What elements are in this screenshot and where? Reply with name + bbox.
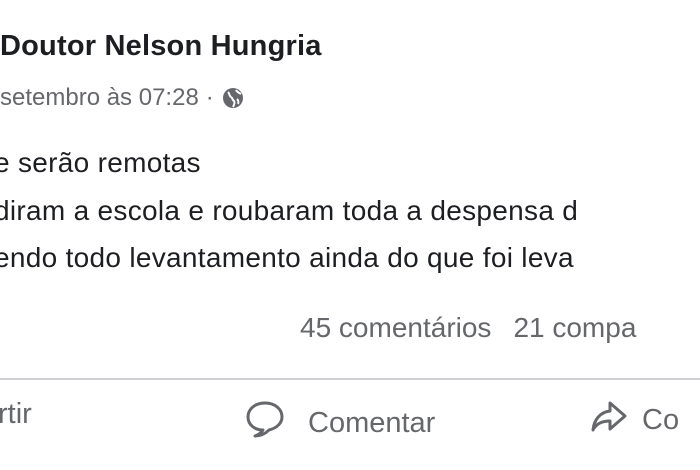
comment-icon	[244, 398, 308, 448]
share-button-left[interactable]: rtir	[0, 398, 32, 431]
share-arrow-icon	[590, 398, 642, 442]
divider	[0, 378, 700, 380]
post-text-line: endo todo levantamento ainda do que foi …	[0, 242, 574, 273]
post-stats: 45 comentários 21 compa	[300, 312, 636, 344]
post-author-name[interactable]: Doutor Nelson Hungria	[0, 30, 322, 63]
share-button-label: Co	[642, 403, 680, 436]
post-text-line: diram a escola e roubaram toda a despens…	[0, 195, 579, 226]
globe-icon[interactable]	[221, 86, 245, 110]
comment-button-label: Comentar	[308, 406, 436, 439]
post-timestamp[interactable]: setembro às 07:28	[0, 84, 199, 112]
shares-count-link[interactable]: 21 compa	[513, 312, 636, 344]
comments-count-link[interactable]: 45 comentários	[300, 312, 491, 344]
comment-button[interactable]: Comentar	[244, 398, 435, 448]
share-button[interactable]: Co	[590, 398, 679, 442]
post-text-line: e serão remotas	[0, 147, 201, 178]
share-button-label: rtir	[0, 398, 32, 430]
meta-separator: ·	[205, 84, 214, 111]
post-meta: setembro às 07:28 ·	[0, 84, 245, 112]
